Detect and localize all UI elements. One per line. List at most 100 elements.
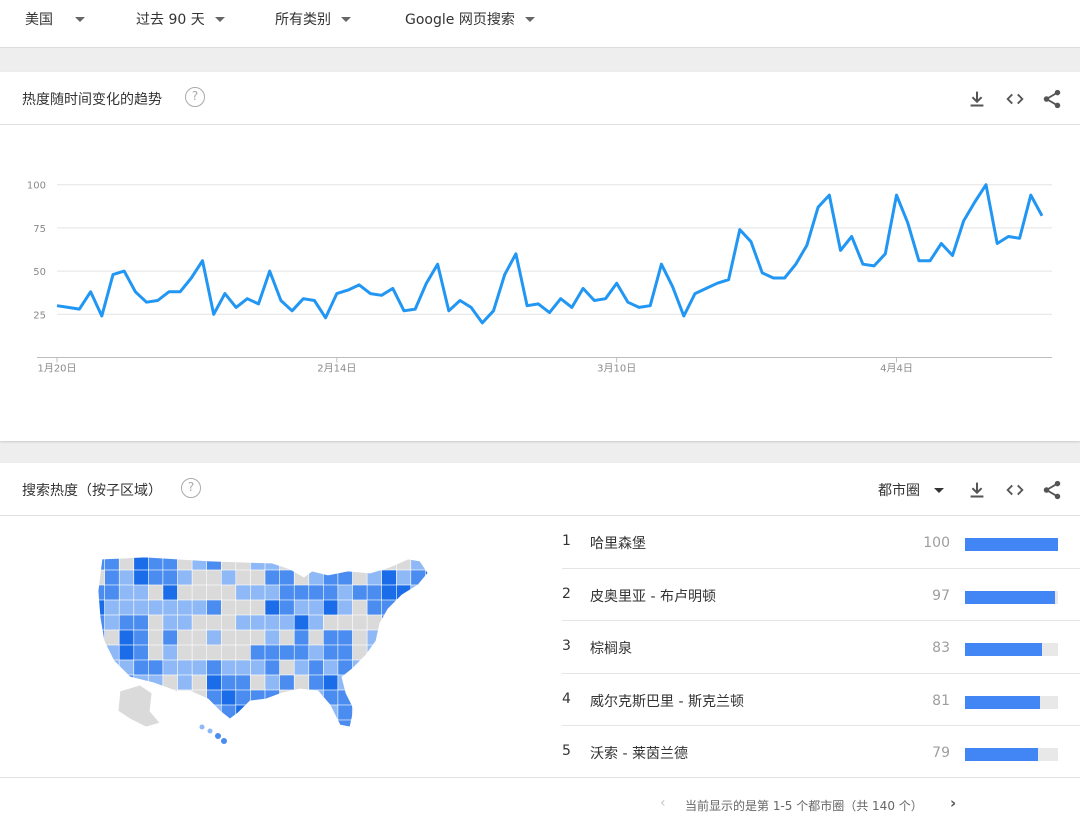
map-region[interactable] xyxy=(323,614,339,631)
map-region[interactable] xyxy=(395,674,412,691)
map-region[interactable] xyxy=(308,614,324,631)
map-region[interactable] xyxy=(425,555,440,571)
map-region[interactable] xyxy=(395,719,412,735)
map-region[interactable] xyxy=(206,555,222,571)
map-region[interactable] xyxy=(177,614,193,631)
map-region[interactable] xyxy=(250,674,266,691)
map-region[interactable] xyxy=(90,569,106,586)
map-region[interactable] xyxy=(381,569,397,586)
map-region[interactable] xyxy=(118,659,135,676)
map-region[interactable] xyxy=(293,674,310,691)
map-region[interactable] xyxy=(162,704,179,721)
chevron-right-icon[interactable]: › xyxy=(950,794,956,812)
map-region[interactable] xyxy=(381,614,397,631)
map-region[interactable] xyxy=(104,659,120,676)
map-region[interactable] xyxy=(366,644,383,661)
map-region[interactable] xyxy=(308,674,324,691)
map-region[interactable] xyxy=(323,659,339,676)
map-region[interactable] xyxy=(191,629,208,646)
map-region[interactable] xyxy=(177,704,193,721)
map-region[interactable] xyxy=(293,629,310,646)
map-region[interactable] xyxy=(118,614,135,631)
map-region[interactable] xyxy=(279,704,295,721)
share-icon[interactable] xyxy=(1041,479,1063,501)
map-region[interactable] xyxy=(264,704,281,721)
download-icon[interactable] xyxy=(966,88,988,110)
time-filter[interactable]: 过去 90 天 xyxy=(136,0,225,38)
map-region[interactable] xyxy=(250,644,266,661)
map-region[interactable] xyxy=(235,614,251,631)
map-region[interactable] xyxy=(133,569,149,586)
chevron-left-icon[interactable]: ‹ xyxy=(660,795,666,811)
map-region[interactable] xyxy=(250,569,266,586)
map-region[interactable] xyxy=(264,584,281,601)
map-region[interactable] xyxy=(279,674,295,691)
map-region[interactable] xyxy=(104,719,120,735)
map-region[interactable] xyxy=(235,584,251,601)
map-region[interactable] xyxy=(118,644,135,661)
map-region[interactable] xyxy=(162,569,179,586)
map-region[interactable] xyxy=(250,689,266,706)
map-region[interactable] xyxy=(221,599,237,616)
map-region[interactable] xyxy=(250,659,266,676)
map-region[interactable] xyxy=(191,614,208,631)
map-region[interactable] xyxy=(235,644,251,661)
map-region[interactable] xyxy=(90,584,106,601)
map-region[interactable] xyxy=(323,719,339,735)
map-region[interactable] xyxy=(381,584,397,601)
map-region[interactable] xyxy=(308,599,324,616)
map-region[interactable] xyxy=(250,614,266,631)
map-region[interactable] xyxy=(293,644,310,661)
map-region[interactable] xyxy=(191,555,208,571)
map-region[interactable] xyxy=(337,584,353,601)
alaska-region[interactable] xyxy=(117,684,161,728)
map-region[interactable] xyxy=(235,674,251,691)
map-region[interactable] xyxy=(293,659,310,676)
map-region[interactable] xyxy=(162,614,179,631)
map-region[interactable] xyxy=(352,629,368,646)
map-region[interactable] xyxy=(279,599,295,616)
ranking-row[interactable]: 2 皮奥里亚 - 布卢明顿 97 xyxy=(562,569,1080,622)
map-region[interactable] xyxy=(381,704,397,721)
map-region[interactable] xyxy=(118,719,135,735)
map-region[interactable] xyxy=(279,614,295,631)
map-region[interactable] xyxy=(118,584,135,601)
map-region[interactable] xyxy=(395,614,412,631)
map-region[interactable] xyxy=(133,584,149,601)
region-level-select[interactable]: 都市圈 xyxy=(878,480,944,500)
map-region[interactable] xyxy=(366,689,383,706)
map-region[interactable] xyxy=(279,644,295,661)
map-region[interactable] xyxy=(162,659,179,676)
map-region[interactable] xyxy=(177,689,193,706)
map-region[interactable] xyxy=(191,659,208,676)
map-region[interactable] xyxy=(425,614,440,631)
map-region[interactable] xyxy=(279,629,295,646)
map-region[interactable] xyxy=(264,689,281,706)
map-region[interactable] xyxy=(293,689,310,706)
map-region[interactable] xyxy=(250,719,266,735)
map-region[interactable] xyxy=(147,599,164,616)
map-region[interactable] xyxy=(221,629,237,646)
map-region[interactable] xyxy=(133,644,149,661)
map-region[interactable] xyxy=(366,674,383,691)
download-icon[interactable] xyxy=(966,479,988,501)
map-region[interactable] xyxy=(337,719,353,735)
map-region[interactable] xyxy=(308,689,324,706)
map-region[interactable] xyxy=(352,674,368,691)
map-region[interactable] xyxy=(104,614,120,631)
map-region[interactable] xyxy=(90,719,106,735)
map-region[interactable] xyxy=(177,719,193,735)
map-region[interactable] xyxy=(191,584,208,601)
map-region[interactable] xyxy=(308,644,324,661)
map-region[interactable] xyxy=(308,719,324,735)
map-region[interactable] xyxy=(366,555,383,571)
map-region[interactable] xyxy=(425,599,440,616)
map-region[interactable] xyxy=(352,704,368,721)
map-region[interactable] xyxy=(323,674,339,691)
map-region[interactable] xyxy=(410,584,426,601)
map-region[interactable] xyxy=(381,555,397,571)
ranking-row[interactable]: 4 威尔克斯巴里 - 斯克兰顿 81 xyxy=(562,674,1080,727)
map-region[interactable] xyxy=(352,584,368,601)
map-region[interactable] xyxy=(425,674,440,691)
map-region[interactable] xyxy=(104,584,120,601)
